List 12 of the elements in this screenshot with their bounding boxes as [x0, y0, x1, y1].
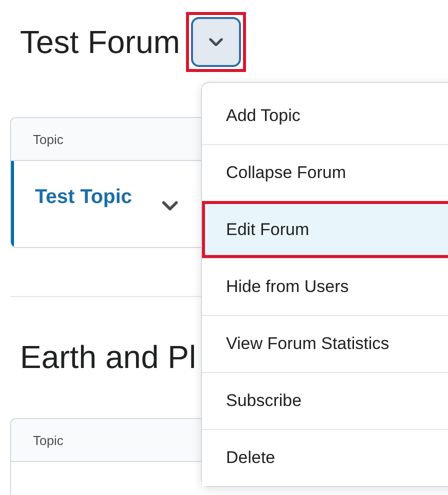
- menu-item[interactable]: Delete: [202, 429, 448, 486]
- chevron-down-icon: [162, 201, 178, 211]
- menu-item[interactable]: Hide from Users: [202, 258, 448, 315]
- menu-item[interactable]: Collapse Forum: [202, 144, 448, 201]
- menu-item[interactable]: Edit Forum: [202, 201, 448, 258]
- forum-title: Test Forum: [20, 24, 180, 60]
- chevron-down-icon: [209, 38, 224, 46]
- topic-menu-button[interactable]: [162, 201, 178, 211]
- menu-item[interactable]: Subscribe: [202, 372, 448, 429]
- menu-item[interactable]: View Forum Statistics: [202, 315, 448, 372]
- topic-link[interactable]: Test Topic: [35, 186, 132, 208]
- forum-title: Earth and Pl: [20, 338, 196, 376]
